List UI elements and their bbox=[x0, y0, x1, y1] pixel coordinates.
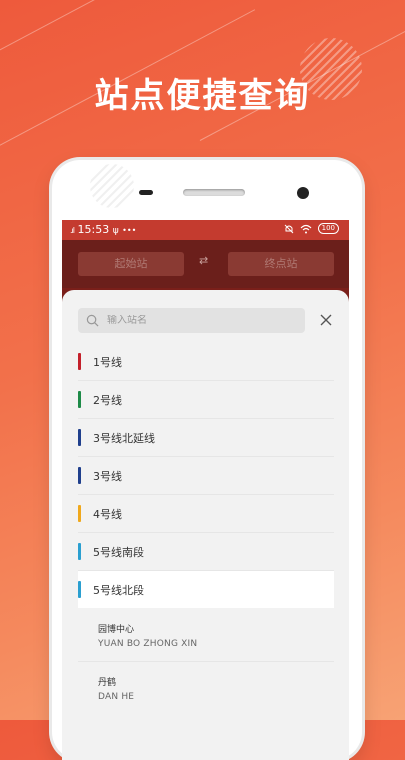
line-label: 4号线 bbox=[93, 507, 122, 521]
line-label: 3号线北延线 bbox=[93, 431, 155, 445]
start-station-button[interactable]: 起始站 bbox=[78, 252, 184, 276]
line-item[interactable]: 5号线南段 bbox=[78, 533, 334, 571]
line-label: 2号线 bbox=[93, 393, 122, 407]
line-color-bar bbox=[78, 429, 81, 446]
line-item[interactable]: 2号线 bbox=[78, 381, 334, 419]
station-name: 丹鹤 bbox=[98, 678, 117, 688]
status-more: ••• bbox=[122, 226, 137, 235]
phone-frame: .ıl 15:53 ψ ••• 100 起始站 ⇄ 终点站 输入站名 1号线 2… bbox=[52, 160, 362, 760]
line-label: 1号线 bbox=[93, 355, 122, 369]
search-input[interactable] bbox=[107, 315, 287, 326]
phone-earpiece bbox=[183, 189, 245, 196]
station-pinyin: YUAN BO ZHONG XIN bbox=[98, 639, 198, 649]
app-screen: .ıl 15:53 ψ ••• 100 起始站 ⇄ 终点站 输入站名 1号线 2… bbox=[62, 220, 349, 760]
status-right: 100 bbox=[284, 223, 339, 234]
search-icon bbox=[86, 314, 99, 327]
line-item[interactable]: 3号线北延线 bbox=[78, 419, 334, 457]
station-item[interactable]: 丹鹤 DAN HE bbox=[98, 675, 334, 702]
line-label: 5号线北段 bbox=[93, 583, 144, 597]
station-pinyin: DAN HE bbox=[98, 692, 135, 702]
phone-camera bbox=[297, 187, 309, 199]
swap-stations-icon[interactable]: ⇄ bbox=[199, 254, 208, 267]
mute-bell-icon bbox=[284, 224, 293, 233]
divider bbox=[78, 661, 334, 662]
station-name: 园博中心 bbox=[98, 625, 135, 635]
promo-headline: 站点便捷查询 bbox=[94, 76, 311, 116]
end-station-button[interactable]: 终点站 bbox=[228, 252, 334, 276]
station-item[interactable]: 园博中心 YUAN BO ZHONG XIN bbox=[98, 622, 334, 649]
line-label: 3号线 bbox=[93, 469, 122, 483]
line-item[interactable]: 1号线 bbox=[78, 343, 334, 381]
line-item[interactable]: 4号线 bbox=[78, 495, 334, 533]
battery-indicator: 100 bbox=[317, 223, 339, 234]
line-color-bar bbox=[78, 467, 81, 484]
status-bar: .ıl 15:53 ψ ••• 100 bbox=[62, 220, 349, 240]
decorative-striped-circle bbox=[90, 164, 134, 208]
line-color-bar bbox=[78, 543, 81, 560]
phone-sensor bbox=[139, 190, 153, 195]
line-label: 5号线南段 bbox=[93, 545, 144, 559]
status-time: 15:53 bbox=[77, 223, 110, 236]
status-left: .ıl 15:53 ψ ••• bbox=[70, 223, 136, 236]
station-selector-bar: 起始站 ⇄ 终点站 bbox=[62, 240, 349, 288]
signal-icon: .ıl bbox=[70, 226, 75, 235]
wifi-icon bbox=[300, 224, 312, 233]
line-color-bar bbox=[78, 505, 81, 522]
search-box[interactable] bbox=[78, 308, 305, 333]
line-color-bar bbox=[78, 353, 81, 370]
decorative-line bbox=[0, 0, 122, 61]
station-picker-sheet: 1号线 2号线 3号线北延线 3号线 4号线 5号线南段 bbox=[62, 290, 349, 760]
close-icon[interactable] bbox=[320, 314, 332, 326]
line-color-bar bbox=[78, 581, 81, 598]
line-color-bar bbox=[78, 391, 81, 408]
line-item-selected[interactable]: 5号线北段 bbox=[78, 571, 334, 608]
usb-icon: ψ bbox=[112, 226, 119, 236]
line-item[interactable]: 3号线 bbox=[78, 457, 334, 495]
